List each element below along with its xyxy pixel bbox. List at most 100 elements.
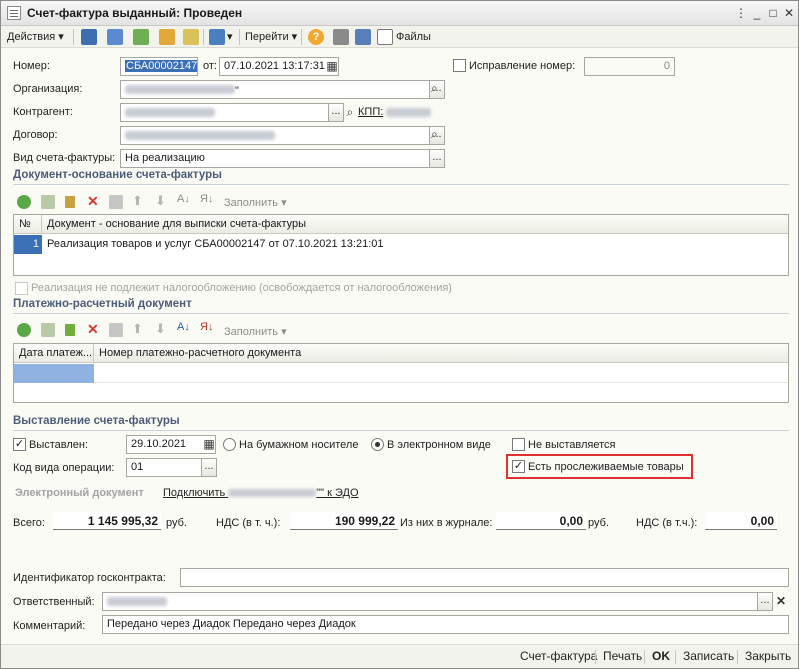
actions-label: Действия <box>7 31 56 43</box>
sort-desc-payment-icon[interactable]: Я↓ <box>200 321 213 333</box>
organization-field[interactable]: " <box>120 80 430 99</box>
goto-menu[interactable]: Перейти ▾ <box>245 28 297 46</box>
contract-id-field[interactable] <box>180 568 789 587</box>
not-issued-checkbox[interactable] <box>512 438 525 451</box>
not-taxable-checkbox[interactable] <box>15 282 28 295</box>
contragent-redacted <box>125 108 215 117</box>
maximize-button[interactable]: □ <box>765 5 781 21</box>
connect-suffix: "" к ЭДО <box>316 487 359 499</box>
issued-checkbox[interactable]: ✓ <box>13 438 26 451</box>
title-bar: Счет-фактура выданный: Проведен ⋮ _ □ ✕ <box>1 1 798 26</box>
contragent-select-button[interactable]: ... <box>328 103 344 122</box>
help-icon[interactable]: ? <box>308 29 324 45</box>
fill-menu-basis[interactable]: Заполнить ▾ <box>224 196 287 209</box>
col-payment-number[interactable]: Номер платежно-расчетного документа <box>94 344 788 363</box>
paper-radio[interactable] <box>223 438 236 451</box>
search-files-icon[interactable] <box>377 29 393 45</box>
actions-menu[interactable]: Действия ▾ <box>7 28 64 46</box>
row-doc: Реализация товаров и услуг СБА00002147 о… <box>47 238 384 250</box>
goto-arrow-icon[interactable] <box>209 29 225 45</box>
dropdown-arrow[interactable]: ▾ <box>227 28 233 46</box>
window-title: Счет-фактура выданный: Проведен <box>27 6 243 20</box>
post-icon[interactable] <box>81 29 97 45</box>
add-icon[interactable] <box>17 195 31 209</box>
calendar-icon[interactable]: ▦ <box>325 57 339 76</box>
col-number[interactable]: № <box>14 215 42 234</box>
end-edit-payment-icon[interactable] <box>109 323 123 337</box>
fill-menu-payment[interactable]: Заполнить ▾ <box>224 325 287 338</box>
responsible-field[interactable] <box>102 592 758 611</box>
export-icon[interactable] <box>159 29 175 45</box>
col-basis-doc[interactable]: Документ - основание для выписки счета-ф… <box>42 215 788 234</box>
delete-icon[interactable]: ✕ <box>87 193 99 210</box>
organization-magnifier-icon[interactable]: ⌕ <box>431 81 438 96</box>
invoice-type-field[interactable]: На реализацию <box>120 149 430 168</box>
issued-calendar-icon[interactable]: ▦ <box>202 435 216 454</box>
organization-redacted <box>125 85 235 94</box>
copy-row-icon[interactable] <box>41 195 55 209</box>
op-code-field[interactable]: 01 <box>126 458 204 477</box>
connect-prefix: Подключить <box>163 487 226 499</box>
sort-asc-icon[interactable]: A↓ <box>177 193 190 205</box>
comment-label: Комментарий: <box>13 620 86 632</box>
comment-field[interactable]: Передано через Диадок Передано через Диа… <box>102 615 789 634</box>
copy-payment-icon[interactable] <box>41 323 55 337</box>
op-code-select-button[interactable]: ... <box>201 458 217 477</box>
responsible-select-button[interactable]: ... <box>757 592 773 611</box>
move-up-icon[interactable]: ⬆ <box>132 193 143 209</box>
print-button[interactable]: Печать <box>603 649 642 663</box>
selected-cell <box>14 364 94 383</box>
sort-desc-icon[interactable]: Я↓ <box>200 193 213 205</box>
number-field[interactable]: СБА00002147 <box>120 57 198 76</box>
payment-grid-header: Дата платеж... Номер платежно-расчетного… <box>14 344 788 363</box>
total-unit: руб. <box>166 517 187 529</box>
not-taxable-label: Реализация не подлежит налогообложению (… <box>31 282 452 294</box>
col-payment-date[interactable]: Дата платеж... <box>14 344 94 363</box>
vat2-label: НДС (в т.ч.): <box>636 517 698 529</box>
end-edit-icon[interactable] <box>109 195 123 209</box>
responsible-redacted <box>107 597 167 606</box>
contract-field[interactable] <box>120 126 430 145</box>
contract-magnifier-icon[interactable]: ⌕ <box>431 127 438 142</box>
list-icon[interactable] <box>355 29 371 45</box>
electronic-radio[interactable] <box>371 438 384 451</box>
copy-icon[interactable] <box>133 29 149 45</box>
structure-icon[interactable] <box>183 29 199 45</box>
move-down-payment-icon[interactable]: ⬇ <box>155 321 166 337</box>
minimize-button[interactable]: _ <box>749 5 765 21</box>
refresh-icon[interactable] <box>107 29 123 45</box>
close-window-button[interactable]: ✕ <box>781 5 797 21</box>
files-button[interactable]: Файлы <box>396 28 431 46</box>
issued-label: Выставлен: <box>29 439 89 451</box>
delete-payment-icon[interactable]: ✕ <box>87 321 99 338</box>
more-icon[interactable]: ⋮ <box>733 5 749 21</box>
ok-button[interactable]: OK <box>652 649 670 663</box>
invoice-type-label: Вид счета-фактуры: <box>13 152 116 164</box>
responsible-label: Ответственный: <box>13 596 95 608</box>
connect-edo-link[interactable]: Подключить "" к ЭДО <box>163 487 359 499</box>
total-label: Всего: <box>13 517 45 529</box>
invoice-button[interactable]: Счет-фактура <box>520 649 597 663</box>
edit-icon[interactable] <box>65 196 75 208</box>
close-button[interactable]: Закрыть <box>745 649 791 663</box>
contragent-search-icon[interactable]: ⌕ <box>343 103 357 122</box>
sort-asc-payment-icon[interactable]: A↓ <box>177 321 190 333</box>
move-down-icon[interactable]: ⬇ <box>155 193 166 209</box>
correction-checkbox[interactable] <box>453 59 466 72</box>
table-row[interactable] <box>14 364 788 383</box>
responsible-clear-icon[interactable]: ✕ <box>774 592 788 611</box>
journal-icon[interactable] <box>333 29 349 45</box>
contragent-field[interactable] <box>120 103 330 122</box>
table-row[interactable]: 1 Реализация товаров и услуг СБА00002147… <box>14 235 788 254</box>
kpp-label[interactable]: КПП: <box>358 106 383 118</box>
date-field[interactable]: 07.10.2021 13:17:31 <box>219 57 339 76</box>
traceable-checkbox[interactable]: ✓ <box>512 460 525 473</box>
date-label: от: <box>203 60 217 72</box>
move-up-payment-icon[interactable]: ⬆ <box>132 321 143 337</box>
add-payment-icon[interactable] <box>17 323 31 337</box>
save-button[interactable]: Записать <box>683 649 734 663</box>
invoice-type-select-button[interactable]: ... <box>429 149 445 168</box>
correction-number-field[interactable]: 0 <box>584 57 675 76</box>
edit-payment-icon[interactable] <box>65 324 75 336</box>
journal-value: 0,00 <box>496 512 586 530</box>
